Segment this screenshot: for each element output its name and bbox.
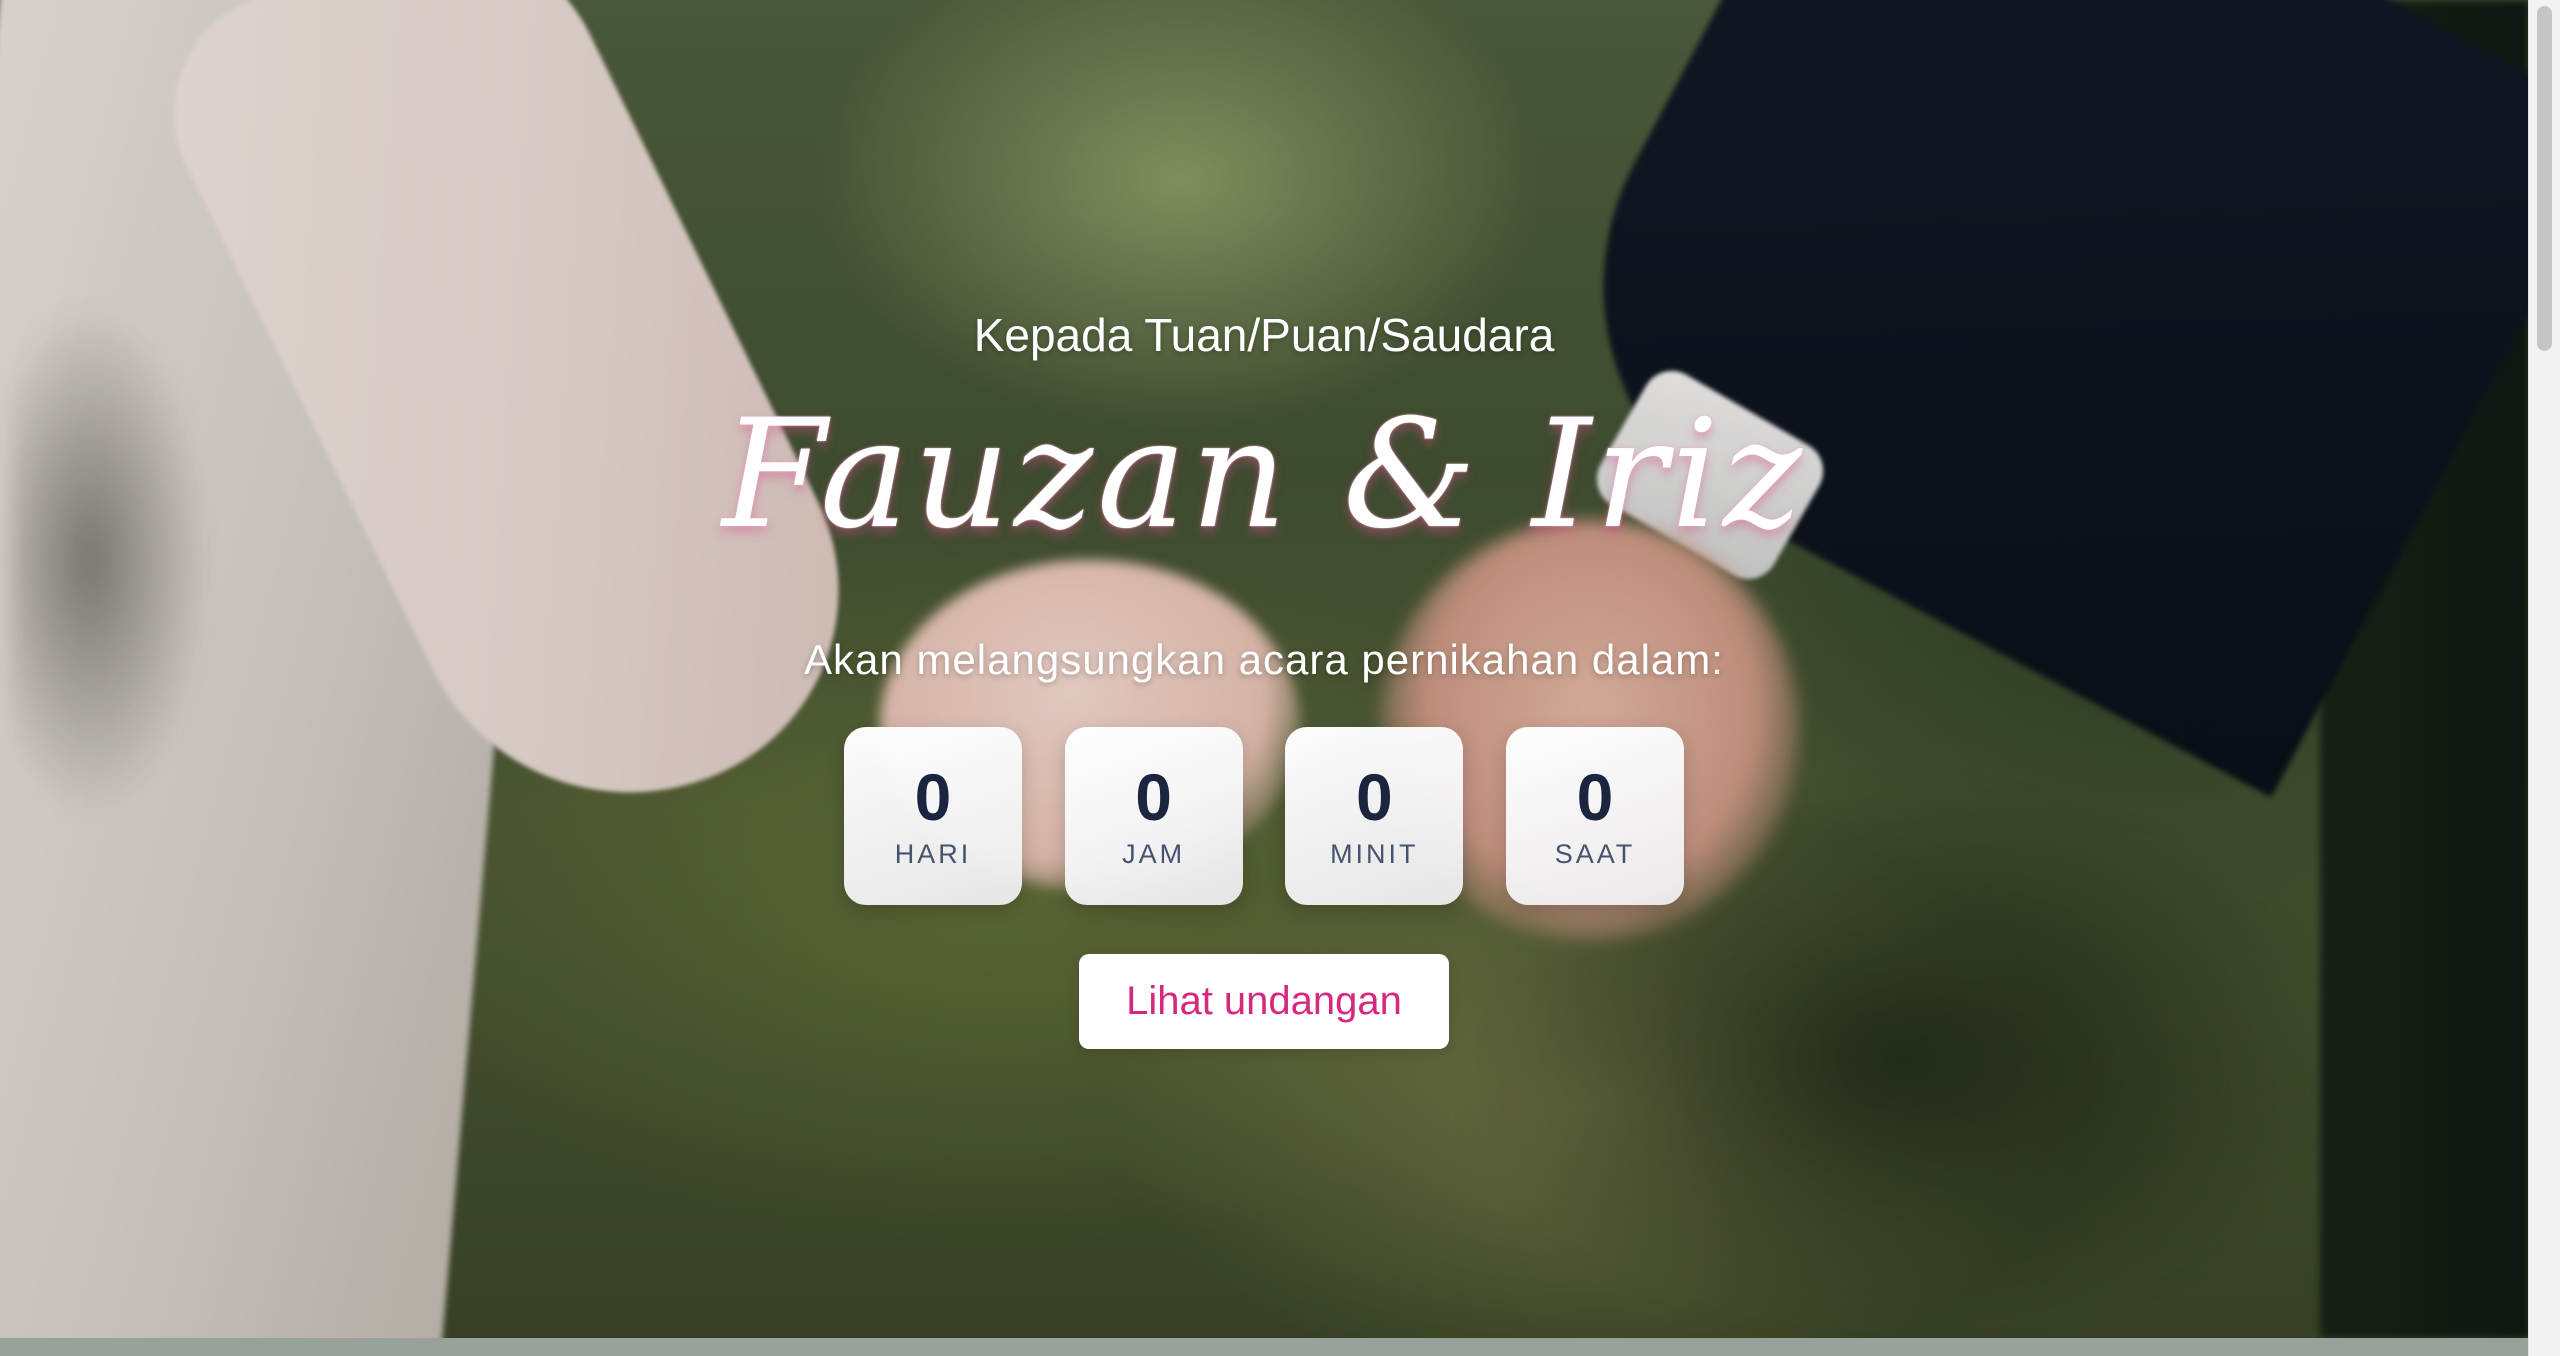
countdown-minutes-value: 0: [1355, 760, 1393, 834]
countdown-seconds-value: 0: [1576, 760, 1614, 834]
greeting-text: Kepada Tuan/Puan/Saudara: [973, 309, 1555, 361]
countdown-timer: 0 HARI 0 JAM 0 MINIT 0 SAAT: [844, 727, 1684, 905]
countdown-days-label: HARI: [894, 839, 972, 869]
next-section-edge: [0, 1338, 2528, 1356]
scrollbar-thumb[interactable]: [2537, 6, 2552, 351]
couple-names-title: Fauzan & Iriz: [722, 388, 1806, 562]
countdown-minutes-box: 0 MINIT: [1285, 727, 1464, 905]
event-subtitle: Akan melangsungkan acara pernikahan dala…: [804, 636, 1724, 683]
page-scrollbar[interactable]: [2528, 0, 2560, 1356]
countdown-minutes-label: MINIT: [1330, 839, 1419, 869]
open-invitation-button[interactable]: Lihat undangan: [1079, 954, 1449, 1049]
hero-content: Kepada Tuan/Puan/Saudara Fauzan & Iriz A…: [0, 0, 2528, 1338]
countdown-days-value: 0: [914, 760, 952, 834]
countdown-hours-label: JAM: [1122, 839, 1186, 869]
countdown-days-box: 0 HARI: [844, 727, 1022, 905]
countdown-hours-box: 0 JAM: [1064, 727, 1243, 905]
countdown-seconds-label: SAAT: [1554, 839, 1636, 869]
countdown-seconds-box: 0 SAAT: [1505, 727, 1684, 905]
browser-viewport: Kepada Tuan/Puan/Saudara Fauzan & Iriz A…: [0, 0, 2560, 1356]
countdown-hours-value: 0: [1135, 760, 1173, 834]
